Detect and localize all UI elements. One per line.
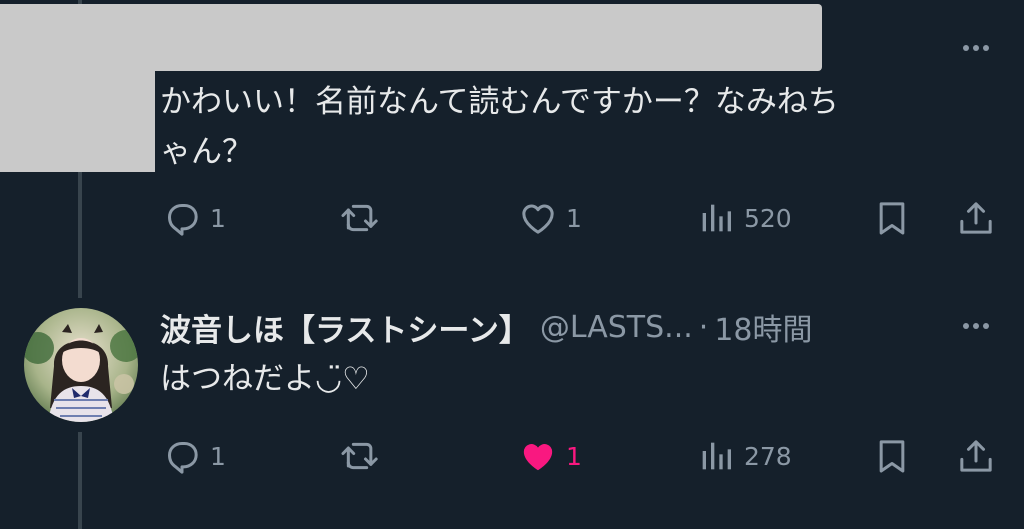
display-name[interactable]: 波音しほ【ラストシーン】 xyxy=(160,305,530,350)
tweet1-reply-button[interactable]: 1 xyxy=(162,198,226,238)
reply-icon xyxy=(168,204,198,236)
tweet1-share-button[interactable] xyxy=(956,198,996,238)
tweet1-view-count: 520 xyxy=(744,203,792,233)
tweet1-like-count: 1 xyxy=(566,203,582,233)
tweet2-views-button[interactable]: 278 xyxy=(696,436,792,476)
views-icon xyxy=(702,204,731,232)
more-icon[interactable] xyxy=(956,38,996,58)
tweet2-retweet-button[interactable] xyxy=(340,436,380,476)
retweet-icon xyxy=(341,204,378,232)
share-icon xyxy=(960,202,992,234)
more-icon[interactable] xyxy=(956,316,996,336)
redacted-avatar xyxy=(0,4,155,172)
bookmark-icon xyxy=(879,440,905,473)
tweet1-like-button[interactable]: 1 xyxy=(518,198,582,238)
timestamp[interactable]: 18時間 xyxy=(714,305,812,349)
tweet1-views-button[interactable]: 520 xyxy=(696,198,792,238)
like-icon xyxy=(523,444,553,471)
thread-line-bottom xyxy=(78,432,82,529)
tweet2-text: はつねだよ◡̈♡ xyxy=(160,361,370,397)
like-icon xyxy=(522,204,554,234)
tweet2-view-count: 278 xyxy=(744,441,792,471)
tweet1-retweet-button[interactable] xyxy=(340,198,380,238)
tweet2-like-button[interactable]: 1 xyxy=(518,436,582,476)
tweet2-like-count: 1 xyxy=(566,441,582,471)
tweet1-text-line1: かわいい！名前なんて読むんですかー？なみねち xyxy=(160,84,839,120)
tweet2-reply-count: 1 xyxy=(210,441,226,471)
bookmark-icon xyxy=(879,202,905,235)
reply-icon xyxy=(168,442,198,474)
tweet2-share-button[interactable] xyxy=(956,436,996,476)
share-icon xyxy=(960,440,992,472)
tweet1-text-line2: ゃん？ xyxy=(160,134,253,170)
views-icon xyxy=(702,442,731,470)
tweet2-header: 波音しほ【ラストシーン】 @LASTS... · 18時間 xyxy=(160,302,813,352)
tweet1-reply-count: 1 xyxy=(210,203,226,233)
tweet1-text: かわいい！名前なんて読むんですかー？なみねち ゃん？ xyxy=(160,77,839,177)
tweet2-bookmark-button[interactable] xyxy=(872,436,912,476)
avatar[interactable] xyxy=(24,308,138,422)
tweet1-bookmark-button[interactable] xyxy=(872,198,912,238)
retweet-icon xyxy=(341,442,378,470)
meta-separator: · xyxy=(698,309,709,345)
tweet2-reply-button[interactable]: 1 xyxy=(162,436,226,476)
user-handle[interactable]: @LASTS... xyxy=(540,310,693,345)
